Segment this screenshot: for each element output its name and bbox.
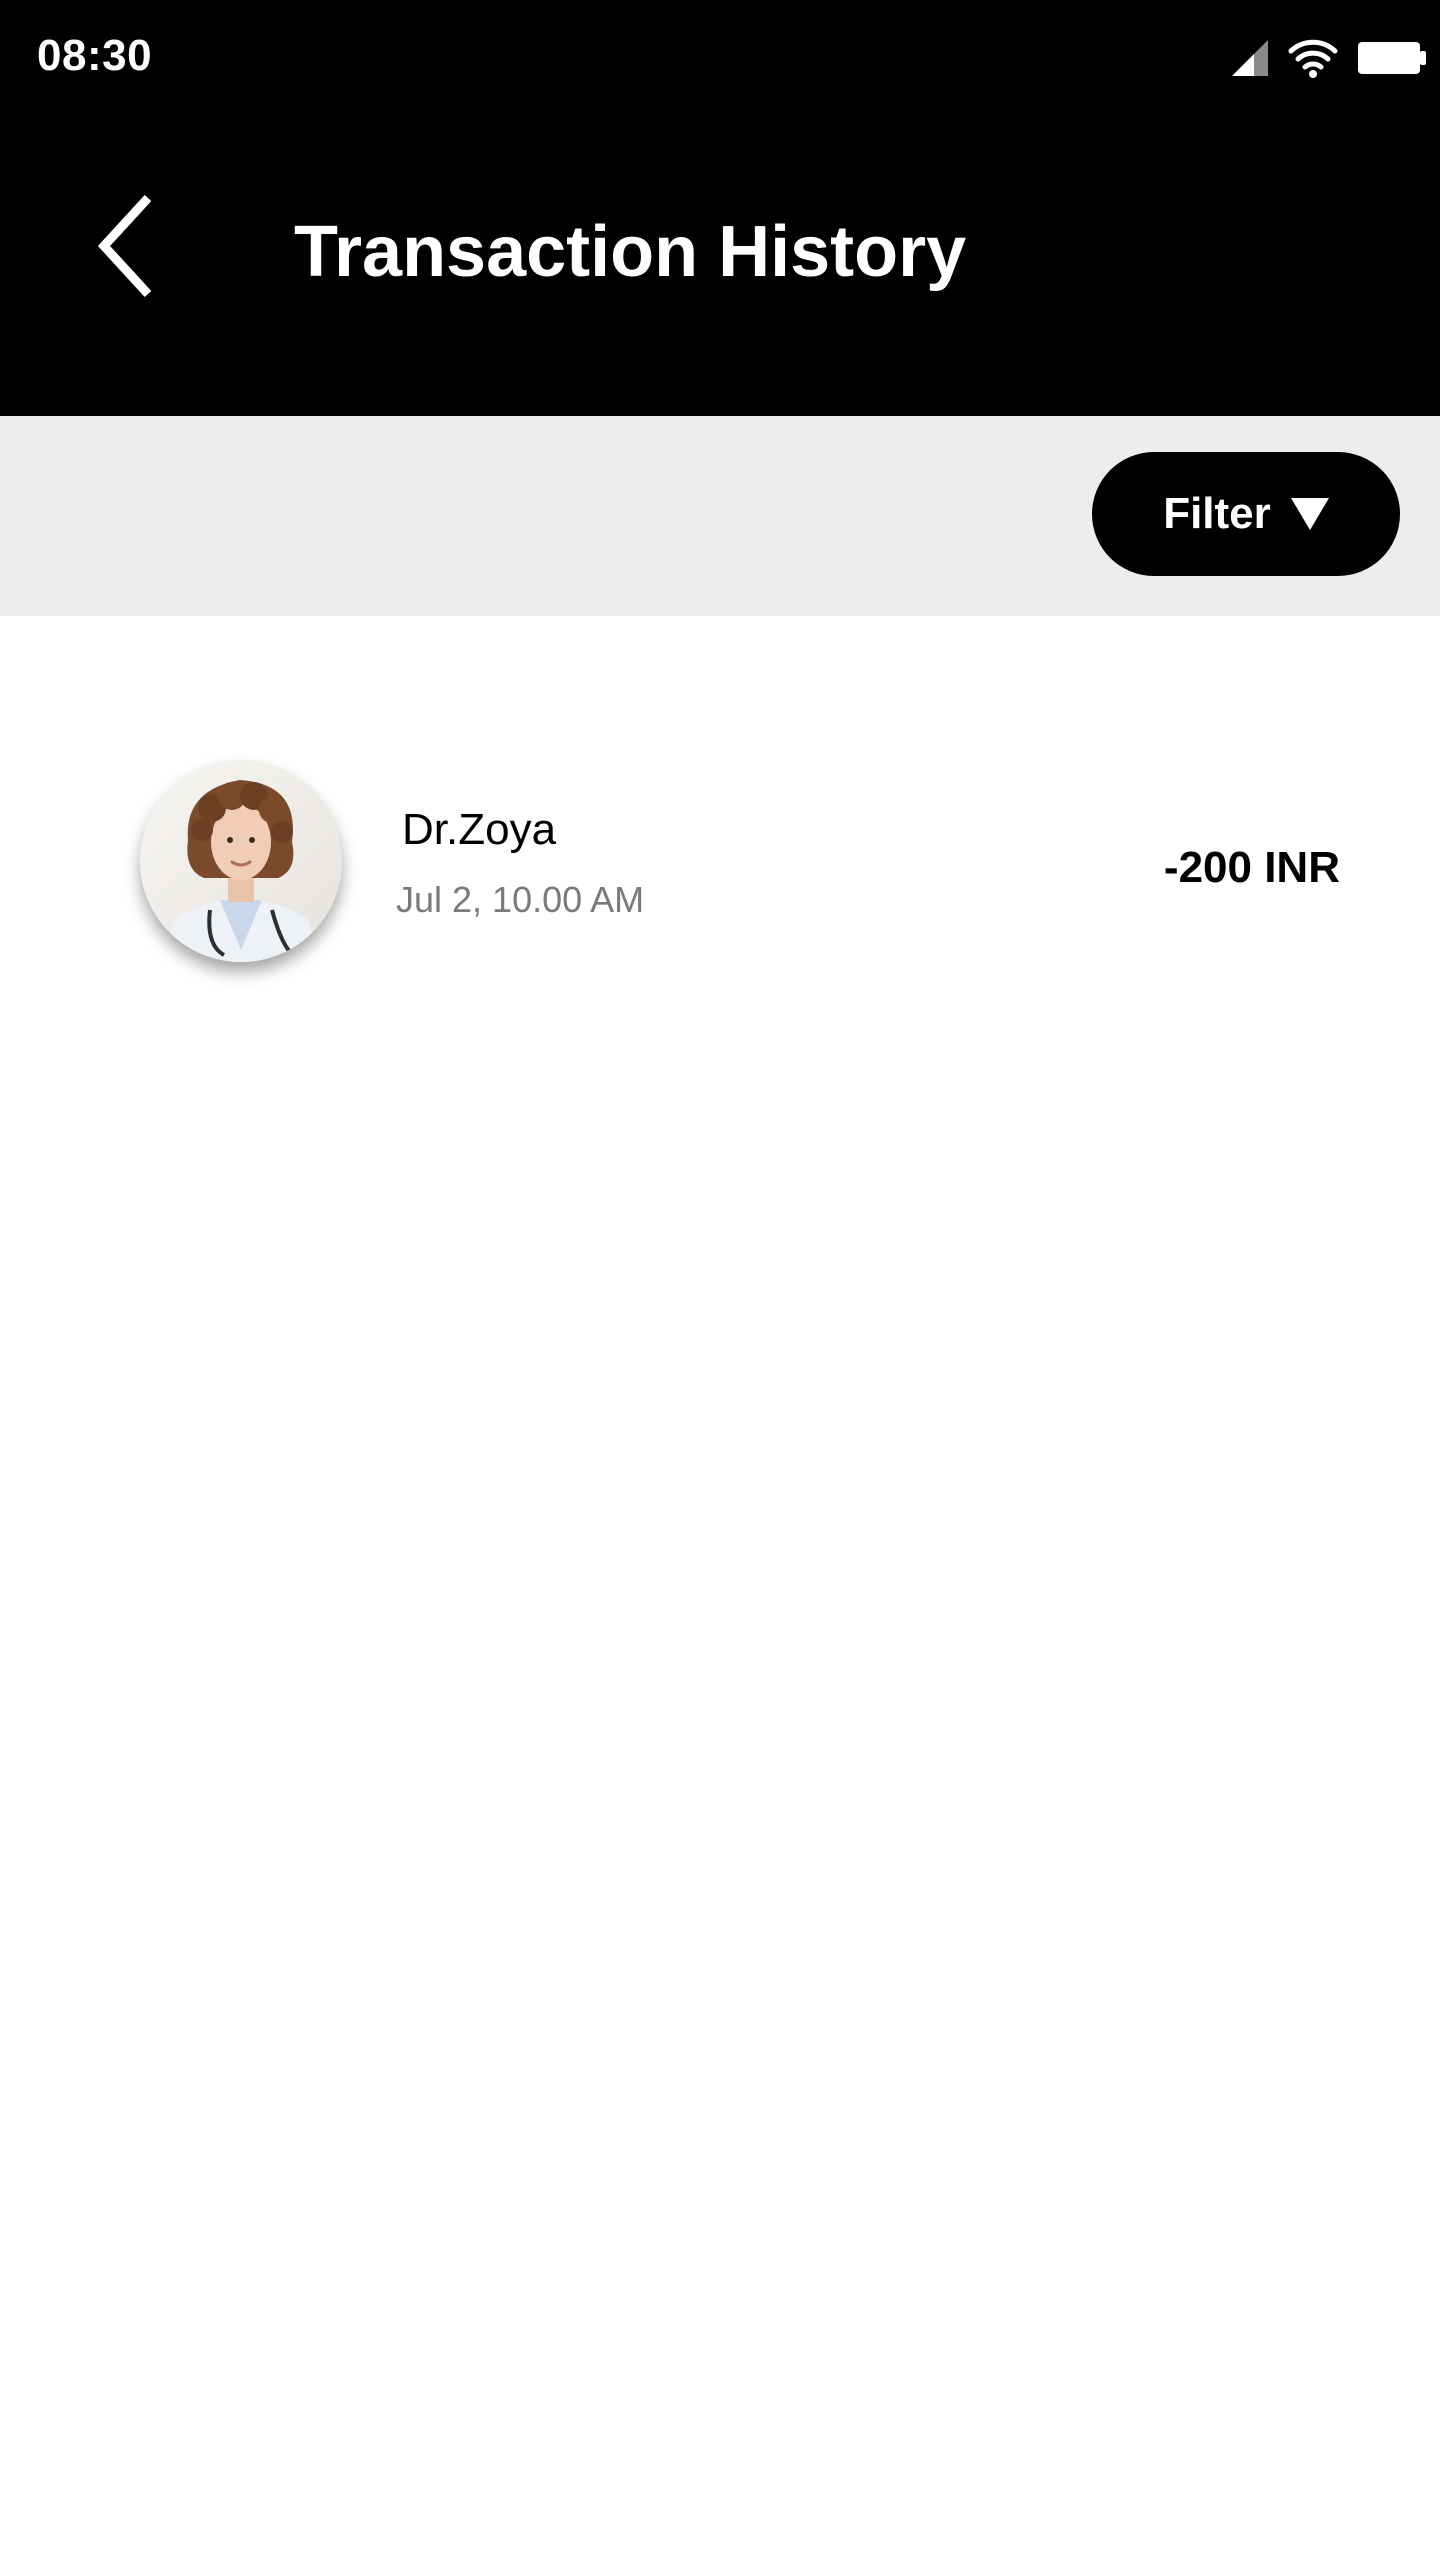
- battery-icon: [1358, 40, 1426, 76]
- filter-bar: Filter: [0, 416, 1440, 616]
- wifi-icon: [1288, 38, 1338, 78]
- avatar: [140, 760, 342, 962]
- chevron-left-icon: [96, 194, 156, 303]
- caret-down-icon: [1290, 498, 1329, 530]
- transaction-amount: -200 INR: [1163, 843, 1340, 892]
- app-bar: Transaction History: [0, 112, 1440, 416]
- filter-button[interactable]: Filter: [1092, 452, 1400, 576]
- filter-label: Filter: [1163, 489, 1271, 538]
- transaction-row[interactable]: Dr.Zoya Jul 2, 10.00 AM -200 INR: [0, 716, 1440, 976]
- status-icons: [1232, 36, 1426, 80]
- cellular-signal-icon: [1232, 40, 1268, 76]
- status-time: 08:30: [37, 31, 153, 80]
- back-button[interactable]: [78, 188, 174, 308]
- page-title: Transaction History: [294, 212, 967, 292]
- status-bar: 08:30: [0, 0, 1440, 112]
- transaction-datetime: Jul 2, 10.00 AM: [396, 879, 645, 920]
- transaction-name: Dr.Zoya: [402, 805, 557, 854]
